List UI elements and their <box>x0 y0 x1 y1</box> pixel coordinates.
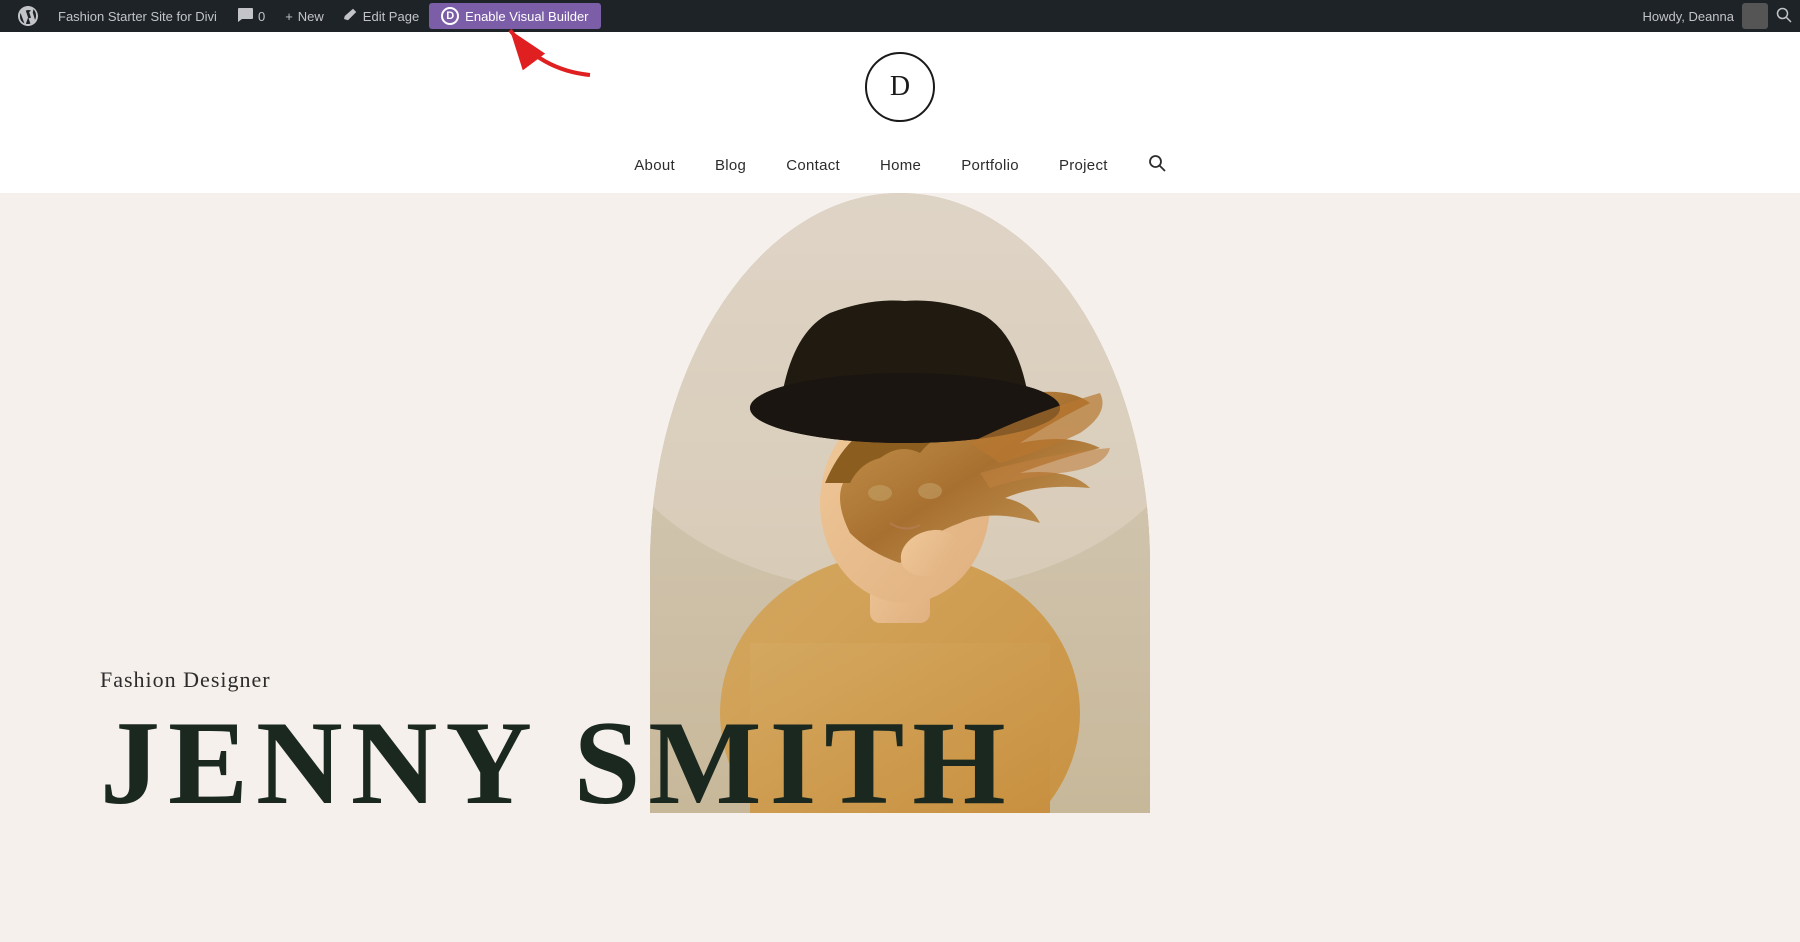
nav-contact[interactable]: Contact <box>786 157 840 174</box>
plus-icon: + <box>285 9 293 24</box>
enable-visual-builder-label: Enable Visual Builder <box>465 9 588 24</box>
main-nav: About Blog Contact Home Portfolio Projec… <box>634 138 1165 193</box>
comments-button[interactable]: 0 <box>227 0 275 32</box>
nav-home[interactable]: Home <box>880 157 921 174</box>
divi-logo: D <box>441 7 459 25</box>
edit-page-label: Edit Page <box>363 9 419 24</box>
hero-name: JENNY SMITH <box>100 703 1014 823</box>
edit-icon <box>344 8 358 25</box>
logo-letter: D <box>890 71 910 103</box>
hero-section: Fashion Designer JENNY SMITH <box>0 193 1800 863</box>
nav-project[interactable]: Project <box>1059 157 1108 174</box>
nav-about[interactable]: About <box>634 157 675 174</box>
comment-count: 0 <box>258 9 265 24</box>
user-avatar <box>1742 3 1768 29</box>
site-title-button[interactable]: Fashion Starter Site for Divi <box>48 0 227 32</box>
nav-search-icon[interactable] <box>1148 154 1166 177</box>
hero-subtitle: Fashion Designer <box>100 667 1014 693</box>
admin-bar: Fashion Starter Site for Divi 0 + New Ed… <box>0 0 1800 32</box>
admin-search-icon[interactable] <box>1776 7 1792 26</box>
enable-visual-builder-button[interactable]: D Enable Visual Builder <box>429 3 600 29</box>
wp-logo-button[interactable] <box>8 0 48 32</box>
howdy-text: Howdy, Deanna <box>1642 9 1734 24</box>
comment-icon <box>237 8 253 25</box>
new-button[interactable]: + New <box>275 0 334 32</box>
nav-portfolio[interactable]: Portfolio <box>961 157 1019 174</box>
site-logo[interactable]: D <box>865 52 935 122</box>
edit-page-button[interactable]: Edit Page <box>334 0 429 32</box>
new-label: New <box>298 9 324 24</box>
site-header: D About Blog Contact Home Portfolio Proj… <box>0 32 1800 193</box>
hero-text-area: Fashion Designer JENNY SMITH <box>100 667 1014 823</box>
nav-blog[interactable]: Blog <box>715 157 746 174</box>
site-content: D About Blog Contact Home Portfolio Proj… <box>0 32 1800 910</box>
site-title-text: Fashion Starter Site for Divi <box>58 9 217 24</box>
